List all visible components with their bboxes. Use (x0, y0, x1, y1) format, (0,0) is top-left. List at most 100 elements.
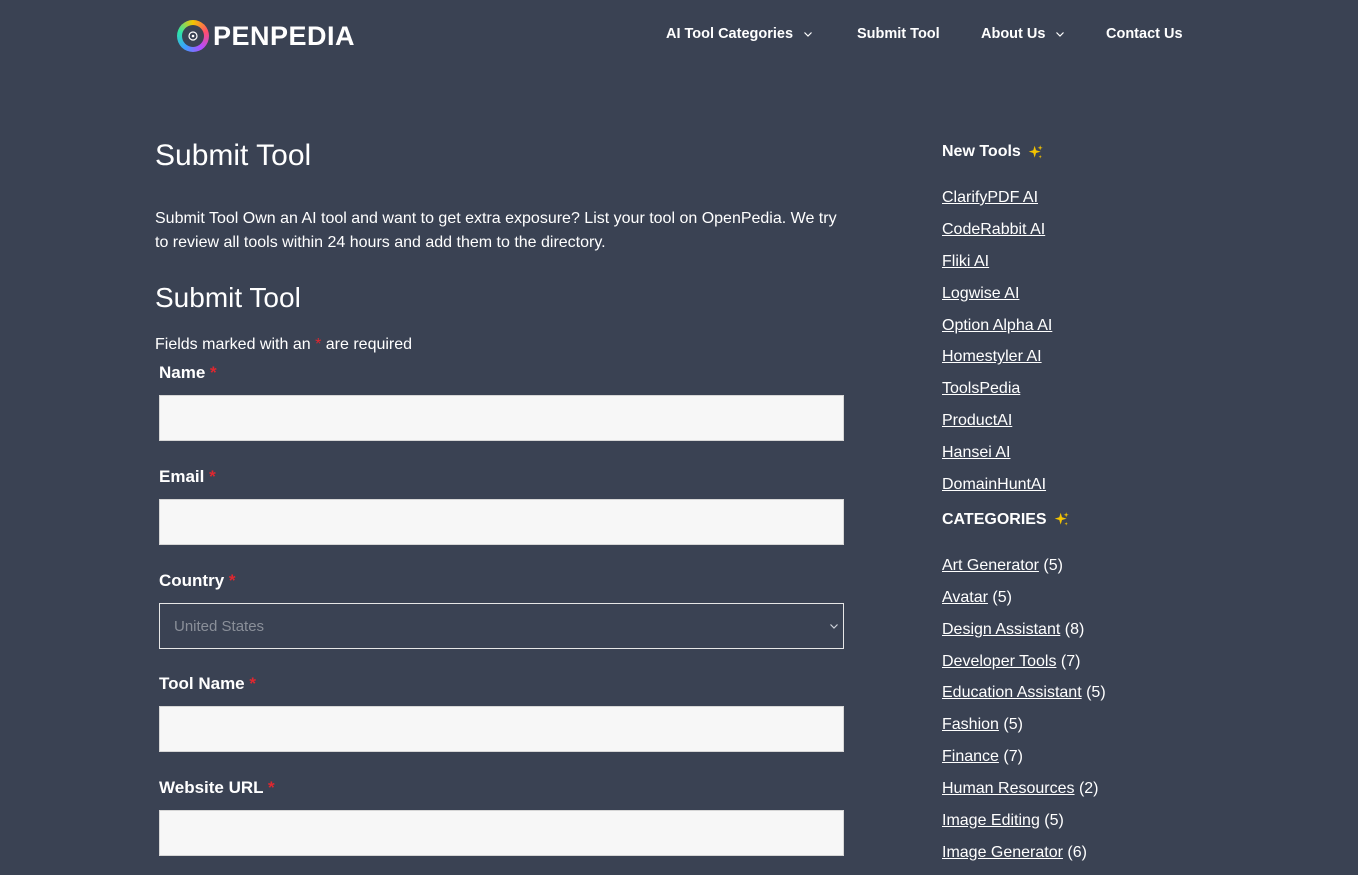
list-item: ToolsPedia (942, 379, 1242, 411)
chevron-down-icon (830, 624, 838, 629)
country-label-text: Country (159, 571, 225, 590)
country-field-group: Country * United States (159, 570, 845, 649)
sidebar: New Tools ClarifyPDF AI CodeRabbit AI Fl… (942, 140, 1242, 875)
country-label: Country * (159, 570, 845, 592)
new-tool-link[interactable]: ProductAI (942, 412, 1012, 429)
nav-label: Contact Us (1106, 26, 1183, 42)
required-star: * (210, 363, 217, 382)
nav-label: About Us (981, 26, 1046, 42)
website-url-label-text: Website URL (159, 778, 264, 797)
category-link[interactable]: Finance (942, 748, 999, 765)
logo-text: PENPEDIA (213, 20, 356, 51)
main-content: Submit Tool Submit Tool Own an AI tool a… (155, 138, 845, 856)
list-item: Logwise AI (942, 284, 1242, 316)
category-link[interactable]: Avatar (942, 589, 988, 606)
required-note-before: Fields marked with an (155, 336, 311, 353)
email-field-group: Email * (159, 466, 845, 545)
category-link[interactable]: Design Assistant (942, 621, 1060, 638)
list-item: Image Generator (6) (942, 843, 1242, 875)
list-item: Homestyler AI (942, 347, 1242, 379)
required-star: * (209, 467, 216, 486)
name-label-text: Name (159, 363, 206, 382)
required-note: Fields marked with an * are required (155, 334, 845, 356)
list-item: Finance (7) (942, 747, 1242, 779)
category-count: (5) (1043, 556, 1063, 574)
category-count: (5) (992, 588, 1012, 606)
name-field-group: Name * (159, 362, 845, 441)
category-link[interactable]: Image Generator (942, 844, 1063, 861)
category-count: (5) (1003, 716, 1023, 734)
country-select[interactable]: United States (159, 603, 844, 649)
list-item: Art Generator (5) (942, 556, 1242, 588)
required-note-after: are required (325, 336, 413, 353)
page-title: Submit Tool (155, 139, 312, 172)
category-link[interactable]: Art Generator (942, 557, 1039, 574)
required-star: * (315, 336, 322, 353)
new-tools-title: New Tools (942, 140, 1242, 164)
new-tool-link[interactable]: Option Alpha AI (942, 317, 1052, 334)
category-link[interactable]: Developer Tools (942, 653, 1056, 670)
categories-list: Art Generator (5) Avatar (5) Design Assi… (942, 556, 1242, 875)
tool-name-label: Tool Name * (159, 673, 845, 695)
new-tool-link[interactable]: Fliki AI (942, 253, 989, 270)
website-url-input[interactable] (159, 810, 844, 856)
website-url-label: Website URL * (159, 777, 845, 799)
categories-title: CATEGORIES (942, 508, 1242, 532)
category-link[interactable]: Education Assistant (942, 684, 1082, 701)
logo-icon (177, 20, 209, 52)
chevron-down-icon (804, 32, 812, 37)
nav-label: AI Tool Categories (666, 26, 794, 42)
chevron-down-icon (1056, 32, 1065, 37)
category-count: (8) (1064, 620, 1085, 638)
nav-submit-tool[interactable]: Submit Tool (857, 26, 940, 42)
name-input[interactable] (159, 395, 844, 441)
sparkle-icon (1028, 144, 1043, 158)
tool-name-field-group: Tool Name * (159, 673, 845, 752)
new-tool-link[interactable]: CodeRabbit AI (942, 221, 1045, 238)
list-item: CodeRabbit AI (942, 220, 1242, 252)
list-item: Hansei AI (942, 443, 1242, 475)
new-tool-link[interactable]: Homestyler AI (942, 348, 1042, 365)
country-selected-value: United States (174, 617, 265, 635)
site-logo[interactable]: PENPEDIA (177, 17, 355, 55)
email-label: Email * (159, 466, 845, 488)
list-item: Human Resources (2) (942, 779, 1242, 811)
nav-label: Submit Tool (857, 26, 940, 42)
list-item: Avatar (5) (942, 588, 1242, 620)
name-label: Name * (159, 362, 845, 384)
sparkle-icon (1054, 512, 1069, 526)
new-tool-link[interactable]: ToolsPedia (942, 380, 1020, 397)
category-count: (5) (1086, 684, 1106, 702)
nav-about-us[interactable]: About Us (981, 26, 1065, 42)
category-link[interactable]: Human Resources (942, 780, 1075, 797)
nav-ai-tool-categories[interactable]: AI Tool Categories (666, 26, 813, 42)
required-star: * (228, 571, 236, 590)
new-tool-link[interactable]: ClarifyPDF AI (942, 189, 1038, 206)
intro-text: Submit Tool Own an AI tool and want to g… (155, 210, 837, 251)
list-item: DomainHuntAI (942, 475, 1242, 507)
new-tool-link[interactable]: DomainHuntAI (942, 476, 1046, 493)
category-count: (7) (1003, 748, 1023, 766)
website-url-field-group: Website URL * (159, 777, 845, 856)
required-star: * (267, 778, 275, 797)
list-item: Image Editing (5) (942, 811, 1242, 843)
tool-name-label-text: Tool Name (159, 674, 245, 693)
new-tools-list: ClarifyPDF AI CodeRabbit AI Fliki AI Log… (942, 188, 1242, 507)
list-item: Option Alpha AI (942, 316, 1242, 348)
category-link[interactable]: Image Editing (942, 812, 1040, 829)
new-tools-title-text: New Tools (942, 143, 1021, 160)
required-star: * (249, 674, 256, 693)
form-title: Submit Tool (155, 282, 301, 313)
category-link[interactable]: Fashion (942, 716, 999, 733)
list-item: Design Assistant (8) (942, 620, 1242, 652)
category-count: (6) (1067, 843, 1087, 861)
email-label-text: Email (159, 467, 205, 486)
email-input[interactable] (159, 499, 844, 545)
new-tool-link[interactable]: Logwise AI (942, 285, 1019, 302)
list-item: ClarifyPDF AI (942, 188, 1242, 220)
list-item: ProductAI (942, 411, 1242, 443)
category-count: (2) (1078, 780, 1099, 798)
new-tool-link[interactable]: Hansei AI (942, 444, 1010, 461)
nav-contact-us[interactable]: Contact Us (1106, 26, 1183, 42)
tool-name-input[interactable] (159, 706, 844, 752)
